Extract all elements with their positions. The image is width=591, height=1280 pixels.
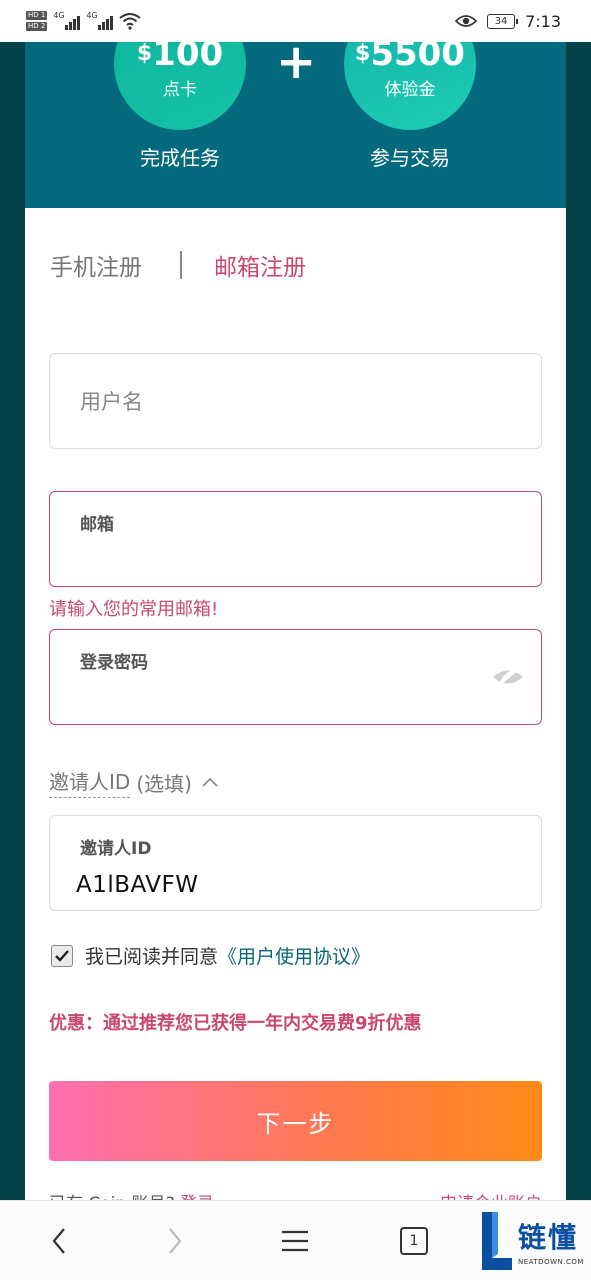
check-icon (55, 949, 69, 962)
invite-id-field[interactable]: 邀请人ID A1lBAVFW (49, 815, 542, 911)
reward-points-caption: 点卡 (163, 80, 197, 100)
discount-notice: 优惠：通过推荐您已获得一年内交易费9折优惠 (49, 1013, 422, 1034)
invite-toggle[interactable]: 邀请人ID (选填) (49, 766, 218, 798)
net1-label: 4G (53, 11, 65, 20)
task-complete-label: 完成任务 (140, 146, 220, 170)
register-card: 手机注册 邮箱注册 用户名 邮箱 请输入您的常用邮箱! 登录密码 邀请人ID (… (25, 208, 566, 1208)
tab-divider (180, 251, 182, 279)
tab-phone-register[interactable]: 手机注册 (50, 248, 142, 282)
signal-icon-2: 4G (86, 11, 114, 30)
task-trade-label: 参与交易 (370, 146, 450, 170)
tab-count: 1 (409, 1233, 419, 1249)
promo-banner: $100 点卡 + $5500 体验金 完成任务 参与交易 (25, 42, 566, 208)
username-field[interactable]: 用户名 (49, 353, 542, 449)
reward-trial-amount: $5500 (355, 42, 465, 74)
clock: 7:13 (525, 11, 561, 31)
sim1-label: HD 1 (26, 11, 48, 20)
invite-toggle-optional: (选填) (136, 771, 192, 796)
agree-text: 我已阅读并同意 (85, 946, 219, 968)
tab-email-register[interactable]: 邮箱注册 (214, 248, 306, 282)
eye-comfort-icon (455, 15, 478, 27)
agree-checkbox[interactable] (51, 944, 73, 967)
chevron-left-icon (52, 1228, 65, 1254)
logo-mark-icon (482, 1212, 512, 1270)
register-tabs: 手机注册 邮箱注册 (50, 248, 306, 282)
hamburger-menu-icon (282, 1230, 308, 1252)
email-label: 邮箱 (80, 515, 114, 535)
plus-sign: + (276, 42, 317, 90)
reward-trial-circle: $5500 体验金 (344, 42, 476, 130)
net2-label: 4G (86, 11, 98, 20)
signal-icon: 4G (53, 11, 81, 30)
invite-id-label: 邀请人ID (80, 839, 152, 859)
password-visibility-icon[interactable] (491, 662, 525, 692)
password-field[interactable]: 登录密码 (49, 629, 542, 725)
status-right: 34 7:13 (455, 8, 561, 34)
agreement-row: 我已阅读并同意 《用户使用协议》 (51, 942, 370, 969)
password-label: 登录密码 (80, 653, 148, 673)
reward-trial-caption: 体验金 (384, 80, 436, 100)
username-placeholder: 用户名 (80, 390, 143, 414)
wifi-icon (119, 13, 141, 30)
invite-toggle-label: 邀请人ID (49, 766, 131, 798)
status-bar: HD 1 HD 2 4G 4G 34 7:13 (0, 0, 591, 42)
back-button[interactable] (44, 1223, 74, 1259)
invite-id-value: A1lBAVFW (76, 872, 199, 898)
chevron-right-icon (169, 1228, 182, 1254)
tabs-button[interactable]: 1 (398, 1223, 430, 1259)
battery-icon: 34 (487, 13, 519, 29)
next-step-button[interactable]: 下一步 (49, 1081, 542, 1161)
chevron-up-icon (202, 777, 218, 787)
email-field[interactable]: 邮箱 (49, 491, 542, 587)
forward-button[interactable] (160, 1223, 190, 1259)
tab-count-icon: 1 (400, 1227, 428, 1255)
sim-indicator: HD 1 HD 2 (26, 11, 48, 31)
menu-button[interactable] (278, 1223, 312, 1259)
email-error-message: 请输入您的常用邮箱! (49, 599, 219, 620)
reward-points-amount: $100 (136, 42, 224, 74)
logo-title: 链懂 (518, 1221, 579, 1254)
sim2-label: HD 2 (26, 22, 48, 31)
battery-level: 34 (494, 15, 508, 27)
logo-site: NEATDOWN.COM (518, 1258, 584, 1266)
user-agreement-link[interactable]: 《用户使用协议》 (218, 942, 370, 969)
watermark-logo: 链懂 NEATDOWN.COM (478, 1208, 591, 1280)
reward-points-circle: $100 点卡 (114, 42, 246, 130)
status-left: HD 1 HD 2 4G 4G (26, 8, 141, 34)
